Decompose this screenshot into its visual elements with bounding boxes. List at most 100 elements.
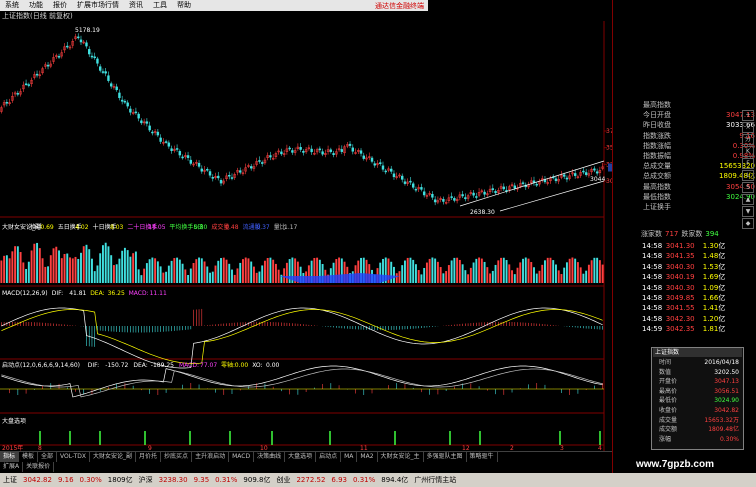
candle-body	[595, 171, 599, 174]
tooltip-row: 时间 2016/04/18	[659, 358, 739, 367]
qd-name: 启动点(12,0,6,6,6,9,14,60)	[2, 361, 80, 369]
candle-body	[370, 157, 374, 162]
menu-item-3[interactable]: 扩展市场行情	[72, 0, 124, 11]
menu-item-5[interactable]: 工具	[148, 0, 172, 11]
trade-unit: 亿	[718, 252, 726, 261]
candle-body	[351, 147, 355, 152]
candle-body	[79, 39, 83, 43]
tab2-1[interactable]: 关联报价	[23, 462, 55, 472]
tooltip-header: 上证指数	[653, 348, 742, 357]
candle-body	[208, 171, 212, 176]
menu-item-4[interactable]: 资讯	[124, 0, 148, 11]
turnover-value: 1.17	[284, 224, 298, 231]
tab-11[interactable]: 启动点	[316, 452, 342, 462]
quote-row: 总成交额 1809.48亿	[643, 171, 755, 181]
menu-item-0[interactable]: 系统	[0, 0, 24, 11]
candle-body	[104, 71, 107, 74]
side-tool-icon[interactable]: ×	[742, 122, 754, 133]
tab-5[interactable]: 月价托	[136, 452, 162, 462]
tab-10[interactable]: 大盘选项	[285, 452, 317, 462]
quote-panel: 最高指数 今日开盘 3047.13 昨日收盘 3033.66 指数涨跌 9.16 指数涨幅 0.…	[612, 0, 756, 487]
candle-body	[129, 108, 132, 113]
tooltip-row: 数值 3202.50	[659, 368, 739, 377]
trade-vol: 1.53	[702, 262, 719, 271]
candle-body	[206, 169, 209, 171]
candle-body	[573, 173, 577, 176]
candle-body	[381, 165, 385, 170]
tooltip-row: 最低价 3024.90	[659, 396, 739, 405]
menu-item-1[interactable]: 功能	[24, 0, 48, 11]
candle-body	[123, 100, 127, 103]
tab-4[interactable]: 大财女安论_副	[90, 452, 137, 462]
tab-3[interactable]: VOL-TDX	[57, 452, 91, 462]
candle-body	[299, 147, 302, 150]
macd-key: MACD:	[129, 290, 149, 297]
side-tool-icon[interactable]: S	[742, 182, 754, 193]
tooltip-key: 成交额	[659, 426, 678, 434]
tab-16[interactable]: 策略驱牛	[467, 452, 498, 462]
candle-body	[24, 83, 28, 85]
candle-body	[392, 173, 396, 178]
macd-key: DIF:	[52, 290, 63, 297]
macd-name: MACD(12,26,9)	[2, 290, 48, 297]
tab-9[interactable]: 决策曲线	[254, 452, 286, 462]
quote-label: 指数涨跌	[643, 131, 671, 140]
trade-vol: 1.09	[702, 283, 719, 292]
tab-1[interactable]: 模板	[19, 452, 39, 462]
qd-value: 0.00	[235, 362, 249, 369]
tab-14[interactable]: 大财女安论_主	[378, 452, 424, 462]
candle-body	[98, 66, 102, 71]
candle-body	[211, 177, 214, 179]
status-seg-6: 3238.30	[158, 476, 188, 484]
status-seg-13: 0.31%	[353, 476, 376, 484]
trade-time: 14:58	[642, 314, 663, 323]
candle-body	[178, 151, 182, 156]
side-tool-icon[interactable]: 分	[742, 134, 754, 145]
tab2-0[interactable]: 扩展A	[0, 462, 24, 472]
tab-15[interactable]: 多强驱队主图	[424, 452, 467, 462]
side-tool-icon[interactable]: F	[742, 158, 754, 169]
qd-value: 77.07	[200, 362, 217, 369]
quote-label: 最低指数	[643, 192, 671, 201]
tab-0[interactable]: 指标	[0, 452, 20, 462]
candle-body	[332, 153, 335, 155]
quote-label: 最高指数	[643, 101, 671, 109]
tab-8[interactable]: MACD	[229, 452, 255, 462]
tooltip-key: 时间	[659, 359, 672, 366]
kline-chart[interactable]: 5178.192638.3037503500325030003044大财女安论_…	[0, 21, 612, 451]
candle-body	[431, 193, 434, 198]
status-seg-3: 0.30%	[79, 476, 102, 484]
trade-price: 3041.35	[665, 252, 695, 261]
menu-item-2[interactable]: 报价	[48, 0, 72, 11]
candle-body	[219, 180, 223, 184]
tooltip-key: 成交量	[659, 416, 678, 424]
tooltip-row: 成交量 15653.32万	[659, 416, 739, 425]
candle-body	[494, 191, 497, 194]
side-tool-icon[interactable]: ▼	[742, 206, 754, 217]
tab-12[interactable]: MA	[341, 452, 358, 462]
tab-2[interactable]: 全部	[38, 452, 58, 462]
tab-7[interactable]: 主升浪启动	[192, 452, 230, 462]
turnover-value: 0.48	[225, 224, 239, 231]
tab-13[interactable]: MA2	[357, 452, 378, 462]
tooltip-row: 最高价 3056.51	[659, 387, 739, 396]
menu-item-6[interactable]: 帮助	[172, 0, 196, 11]
side-tool-icon[interactable]: K	[742, 146, 754, 157]
tab-6[interactable]: 抄底买点	[161, 452, 193, 462]
side-tool-icon[interactable]: ▲	[742, 194, 754, 205]
candle-body	[228, 174, 231, 177]
side-tool-icon[interactable]: ◆	[742, 218, 754, 229]
candle-body	[373, 163, 376, 166]
side-tool-icon[interactable]: +	[742, 110, 754, 121]
tooltip-value: 3024.90	[714, 397, 739, 405]
trade-vol: 1.69	[702, 273, 719, 282]
side-tool-icon[interactable]: L	[742, 170, 754, 181]
trade-row: 14:58 3049.85 1.66 亿	[642, 293, 742, 303]
quote-row: 最低指数 3024.90	[643, 192, 755, 202]
trade-price: 3041.55	[665, 304, 695, 313]
candle-body	[420, 187, 423, 190]
candle-body	[400, 175, 404, 180]
menu-notice[interactable]: 通达信金融终端	[375, 1, 428, 11]
candle-body	[148, 125, 151, 131]
candle-body	[411, 183, 415, 188]
